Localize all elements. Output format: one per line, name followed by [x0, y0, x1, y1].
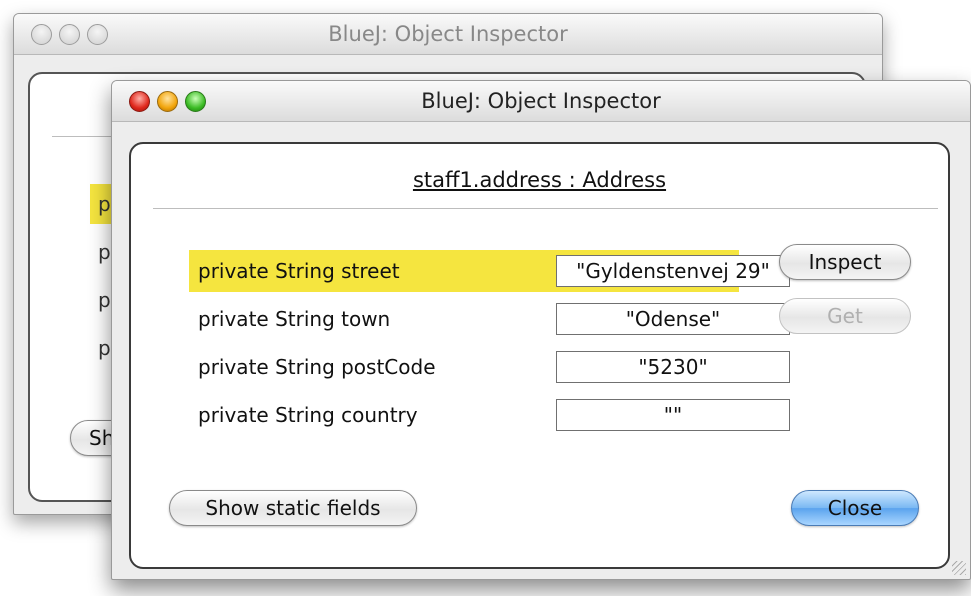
field-value-town[interactable]: "Odense"	[556, 303, 790, 335]
back-field-stub: p	[98, 288, 111, 312]
field-row-street[interactable]: private String street "Gyldenstenvej 29"	[189, 250, 790, 292]
field-label-postcode: private String postCode	[198, 355, 436, 379]
field-value-street[interactable]: "Gyldenstenvej 29"	[556, 255, 790, 287]
field-label-street: private String street	[198, 259, 400, 283]
field-label-country: private String country	[198, 403, 418, 427]
front-window-title: BlueJ: Object Inspector	[421, 89, 661, 113]
back-title-bar[interactable]: BlueJ: Object Inspector	[14, 14, 882, 55]
back-field-stub: p	[98, 192, 111, 216]
show-static-fields-button[interactable]: Show static fields	[169, 490, 417, 526]
field-value-postcode[interactable]: "5230"	[556, 351, 790, 383]
object-title: staff1.address : Address	[131, 168, 948, 192]
resize-grip-icon[interactable]	[952, 561, 966, 575]
field-row-country[interactable]: private String country ""	[189, 394, 790, 436]
close-button[interactable]: Close	[791, 490, 919, 526]
back-window-title: BlueJ: Object Inspector	[328, 22, 568, 46]
field-value-country[interactable]: ""	[556, 399, 790, 431]
front-title-bar[interactable]: BlueJ: Object Inspector	[112, 81, 970, 122]
back-field-stub: p	[98, 336, 111, 360]
inspect-button[interactable]: Inspect	[779, 244, 911, 280]
back-field-stub: p	[98, 240, 111, 264]
get-button[interactable]: Get	[779, 298, 911, 334]
inspector-panel: staff1.address : Address private String …	[129, 142, 950, 569]
field-row-postcode[interactable]: private String postCode "5230"	[189, 346, 790, 388]
field-row-town[interactable]: private String town "Odense"	[189, 298, 790, 340]
front-inspector-window[interactable]: BlueJ: Object Inspector staff1.address :…	[111, 80, 971, 580]
field-label-town: private String town	[198, 307, 391, 331]
object-title-text: staff1.address : Address	[412, 168, 667, 192]
title-divider	[153, 208, 938, 209]
